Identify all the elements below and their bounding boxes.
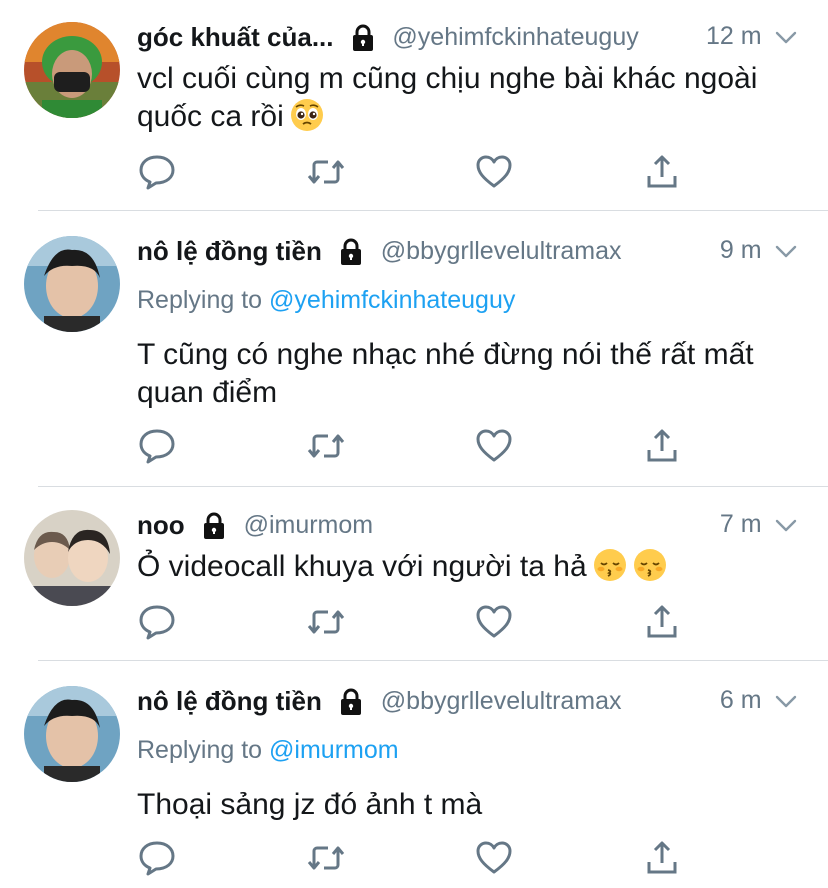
tweet-body: Thoại sảng jz đó ảnh t mà bbox=[137, 786, 777, 824]
tweet-text: Thoại sảng jz đó ảnh t mà bbox=[137, 788, 483, 821]
chevron-down-icon[interactable] bbox=[774, 689, 798, 713]
reply-icon[interactable] bbox=[137, 426, 177, 466]
tweet-text: Ỏ videocall khuya với người ta hả bbox=[137, 550, 587, 583]
timestamp: 6 m bbox=[719, 686, 762, 714]
retweet-icon[interactable] bbox=[306, 152, 346, 192]
kissing-closed-eyes-emoji bbox=[633, 548, 667, 582]
heart-icon[interactable] bbox=[474, 426, 514, 466]
chevron-down-icon[interactable] bbox=[774, 513, 798, 537]
divider bbox=[38, 210, 828, 211]
user-handle[interactable]: @yehimfckinhateuguy bbox=[392, 23, 638, 52]
avatar[interactable] bbox=[24, 510, 120, 606]
tweet-text: T cũng có nghe nhạc nhé đừng nói thế rất… bbox=[137, 338, 754, 409]
heart-icon[interactable] bbox=[474, 152, 514, 192]
display-name[interactable]: nô lệ đồng tiền bbox=[137, 236, 322, 267]
retweet-icon[interactable] bbox=[306, 602, 346, 642]
display-name[interactable]: noo bbox=[137, 510, 185, 541]
share-icon[interactable] bbox=[642, 426, 682, 466]
chevron-down-icon[interactable] bbox=[774, 25, 798, 49]
timestamp: 9 m bbox=[719, 236, 762, 264]
reply-icon[interactable] bbox=[137, 152, 177, 192]
reply-icon[interactable] bbox=[137, 838, 177, 878]
replying-to-handle[interactable]: @yehimfckinhateuguy bbox=[269, 286, 515, 314]
heart-icon[interactable] bbox=[474, 838, 514, 878]
share-icon[interactable] bbox=[642, 152, 682, 192]
retweet-icon[interactable] bbox=[306, 426, 346, 466]
chevron-down-icon[interactable] bbox=[774, 239, 798, 263]
replying-label: Replying to bbox=[137, 286, 263, 314]
user-handle[interactable]: @bbygrllevelultramax bbox=[381, 687, 622, 716]
share-icon[interactable] bbox=[642, 602, 682, 642]
tweet-text: vcl cuối cùng m cũng chịu nghe bài khác … bbox=[137, 62, 758, 133]
replying-to: Replying to @yehimfckinhateuguy bbox=[137, 286, 515, 315]
lock-icon bbox=[336, 687, 366, 717]
display-name[interactable]: nô lệ đồng tiền bbox=[137, 686, 322, 717]
user-handle[interactable]: @imurmom bbox=[244, 511, 374, 540]
avatar-image bbox=[24, 22, 120, 118]
heart-icon[interactable] bbox=[474, 602, 514, 642]
kissing-closed-eyes-emoji bbox=[593, 548, 627, 582]
lock-icon bbox=[199, 511, 229, 541]
avatar-image bbox=[24, 510, 120, 606]
replying-to: Replying to @imurmom bbox=[137, 736, 399, 765]
retweet-icon[interactable] bbox=[306, 838, 346, 878]
tweet-body: T cũng có nghe nhạc nhé đừng nói thế rất… bbox=[137, 336, 777, 412]
avatar[interactable] bbox=[24, 236, 120, 332]
lock-icon bbox=[348, 23, 378, 53]
tweet-body: Ỏ videocall khuya với người ta hả bbox=[137, 548, 777, 586]
share-icon[interactable] bbox=[642, 838, 682, 878]
divider bbox=[38, 486, 828, 487]
divider bbox=[38, 660, 828, 661]
timestamp: 7 m bbox=[719, 510, 762, 538]
timestamp: 12 m bbox=[705, 22, 762, 50]
tweet-body: vcl cuối cùng m cũng chịu nghe bài khác … bbox=[137, 60, 777, 136]
avatar[interactable] bbox=[24, 686, 120, 782]
avatar-image bbox=[24, 236, 120, 332]
replying-to-handle[interactable]: @imurmom bbox=[269, 736, 399, 764]
user-handle[interactable]: @bbygrllevelultramax bbox=[381, 237, 622, 266]
pleading-face-emoji bbox=[290, 98, 324, 132]
avatar-image bbox=[24, 686, 120, 782]
display-name[interactable]: góc khuất của... bbox=[137, 22, 334, 53]
reply-icon[interactable] bbox=[137, 602, 177, 642]
avatar[interactable] bbox=[24, 22, 120, 118]
lock-icon bbox=[336, 237, 366, 267]
replying-label: Replying to bbox=[137, 736, 263, 764]
